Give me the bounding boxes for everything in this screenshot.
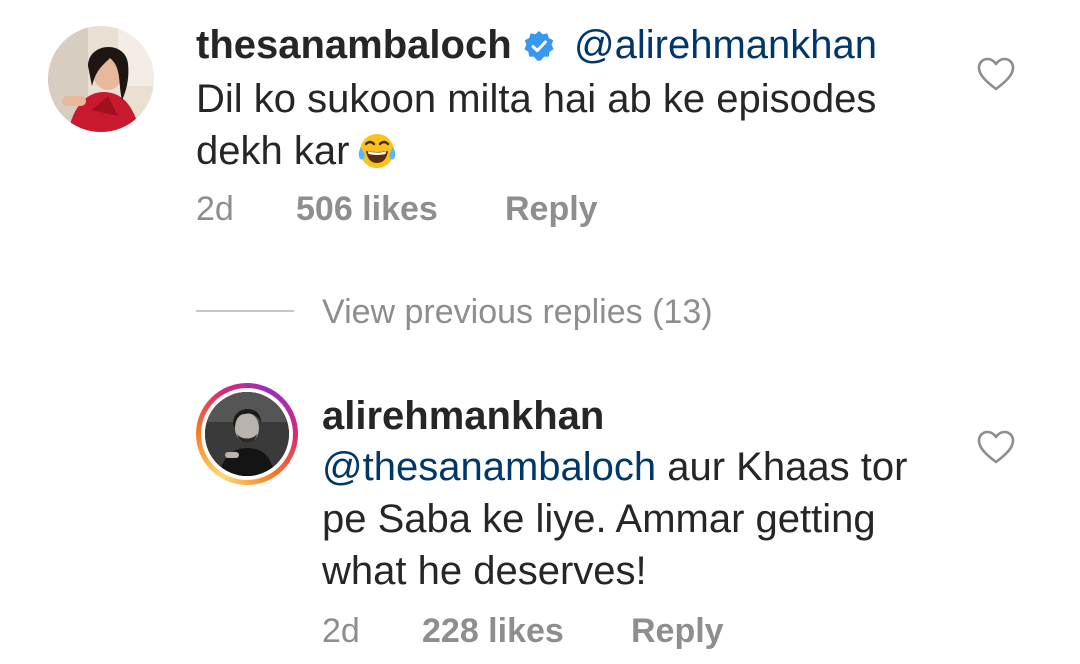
reply-text: @thesanambaloch aur Khaas tor pe Saba ke… (322, 441, 962, 597)
reply-mention-link[interactable]: @thesanambaloch (322, 445, 656, 489)
comment-reply-button[interactable]: Reply (505, 189, 598, 229)
comment-text: Dil ko sukoon milta hai ab ke episodes d… (196, 73, 936, 177)
verified-badge-icon (523, 30, 555, 62)
comments-thread: thesanambaloch @alirehmankhan Dil ko suk… (0, 0, 1080, 664)
reply-likes-count[interactable]: 228 likes (422, 611, 564, 651)
profile-photo (48, 26, 154, 132)
reply-username[interactable]: alirehmankhan (322, 393, 604, 439)
profile-photo (205, 392, 289, 476)
avatar[interactable] (48, 26, 154, 132)
comment-likes-count[interactable]: 506 likes (296, 189, 438, 229)
laughing-emoji-icon (357, 130, 397, 170)
reply-reply-button[interactable]: Reply (631, 611, 724, 651)
story-ring-avatar[interactable] (196, 383, 298, 485)
replies-divider (196, 310, 294, 312)
comment-mention-link[interactable]: @alirehmankhan (574, 22, 877, 68)
heart-outline-icon[interactable] (976, 429, 1016, 465)
comment-text-body: Dil ko sukoon milta hai ab ke episodes d… (196, 77, 877, 173)
avatar-ring-gap (201, 388, 293, 480)
comment-timestamp: 2d (196, 190, 234, 228)
comment-username[interactable]: thesanambaloch (196, 22, 512, 68)
avatar (205, 392, 289, 476)
reply-timestamp: 2d (322, 612, 360, 650)
heart-outline-icon[interactable] (976, 56, 1016, 92)
view-previous-replies-button[interactable]: View previous replies (13) (322, 292, 713, 332)
